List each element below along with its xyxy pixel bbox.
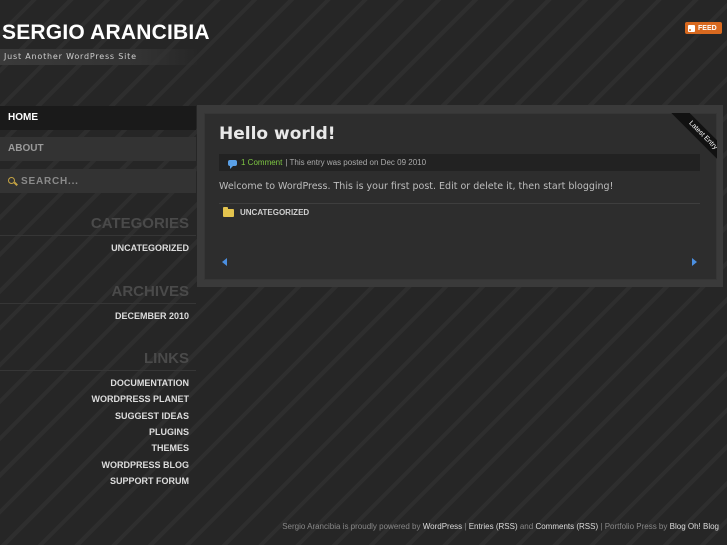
prev-post-arrow-icon[interactable] <box>222 258 227 266</box>
divider <box>0 235 196 236</box>
sidebar-link-wordpress-planet[interactable]: WORDPRESS PLANET <box>0 394 189 404</box>
search-bar <box>0 169 196 193</box>
folder-icon <box>223 206 234 217</box>
archives-heading: ARCHIVES <box>111 283 189 300</box>
links-heading: LINKS <box>144 350 189 367</box>
divider <box>0 303 196 304</box>
footer-theme-credit: Portfolio Press by <box>604 522 668 531</box>
footer-entries-rss-link[interactable]: Entries (RSS) <box>469 522 518 531</box>
footer-wordpress-link[interactable]: WordPress <box>423 522 462 531</box>
search-icon <box>8 176 17 186</box>
divider <box>219 203 700 204</box>
comment-icon <box>228 159 237 169</box>
feed-label: FEED <box>698 24 717 32</box>
search-input[interactable] <box>21 175 191 187</box>
post-date: | This entry was posted on Dec 09 2010 <box>285 158 427 167</box>
sidebar-link-wordpress-blog[interactable]: WORDPRESS BLOG <box>0 460 189 470</box>
post-content: Welcome to WordPress. This is your first… <box>219 181 614 192</box>
post-title[interactable]: Hello world! <box>219 124 336 144</box>
footer-comments-rss-link[interactable]: Comments (RSS) <box>535 522 598 531</box>
categories-heading: CATEGORIES <box>90 215 189 232</box>
divider <box>0 370 196 371</box>
footer-blog-oh-blog-link[interactable]: Blog Oh! Blog <box>670 522 719 531</box>
nav-about[interactable]: ABOUT <box>0 137 196 161</box>
footer-separator: | <box>464 522 467 531</box>
sidebar-link-december-2010[interactable]: DECEMBER 2010 <box>0 311 189 321</box>
post-meta: 1 Comment | This entry was posted on Dec… <box>219 154 700 171</box>
footer-prefix: Sergio Arancibia is proudly powered by <box>282 522 421 531</box>
post-category: UNCATEGORIZED <box>223 206 309 217</box>
rss-icon <box>688 24 695 32</box>
sidebar-link-plugins[interactable]: PLUGINS <box>0 427 189 437</box>
sidebar-link-support-forum[interactable]: SUPPORT FORUM <box>0 476 189 486</box>
sidebar-link-suggest-ideas[interactable]: SUGGEST IDEAS <box>0 411 189 421</box>
nav-home[interactable]: HOME <box>0 106 196 130</box>
comments-link[interactable]: 1 Comment <box>241 158 282 167</box>
sidebar-link-documentation[interactable]: DOCUMENTATION <box>0 378 189 388</box>
footer: Sergio Arancibia is proudly powered by W… <box>282 522 719 531</box>
site-title[interactable]: SERGIO ARANCIBIA <box>2 21 210 45</box>
sidebar-link-themes[interactable]: THEMES <box>0 443 189 453</box>
footer-separator: | <box>600 522 603 531</box>
footer-and: and <box>519 522 534 531</box>
category-link[interactable]: UNCATEGORIZED <box>240 208 309 217</box>
sidebar-link-uncategorized[interactable]: UNCATEGORIZED <box>0 243 189 253</box>
site-tagline: Just Another WordPress Site <box>0 49 200 65</box>
feed-button[interactable]: FEED <box>685 22 722 34</box>
next-post-arrow-icon[interactable] <box>692 258 697 266</box>
